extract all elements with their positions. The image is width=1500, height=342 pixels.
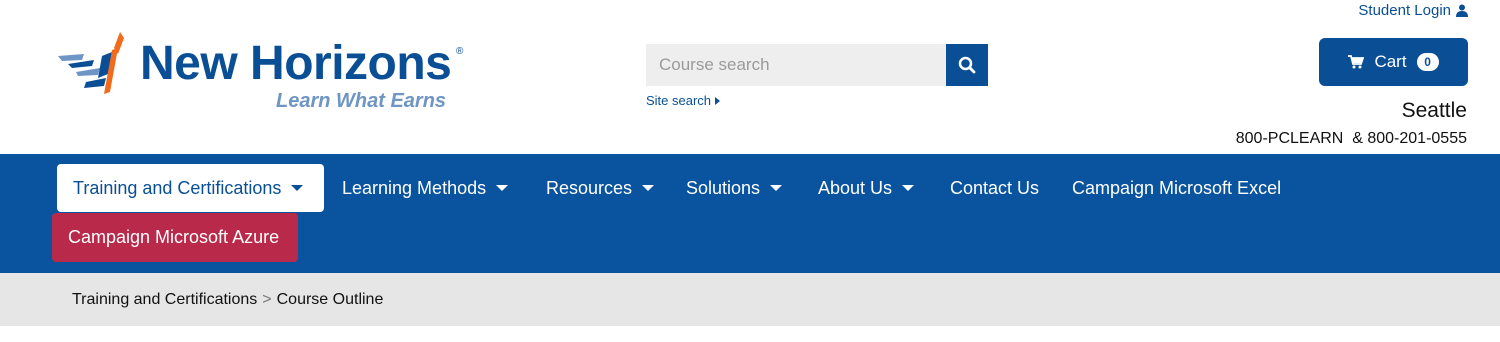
nav-item-label: Campaign Microsoft Excel [1072, 177, 1282, 198]
nav-item-training-and-certifications[interactable]: Training and Certifications [57, 164, 324, 212]
nav-item-label: Learning Methods [342, 177, 487, 198]
chevron-down-icon [770, 185, 783, 191]
chevron-down-icon [642, 185, 655, 191]
breadcrumb: Training and Certifications > Course Out… [0, 273, 1500, 326]
breadcrumb-item-training[interactable]: Training and Certifications [72, 291, 257, 309]
chevron-down-icon [291, 185, 304, 191]
cart-button[interactable]: Cart 0 [1319, 38, 1468, 86]
breadcrumb-item-current: Course Outline [276, 290, 384, 308]
chevron-down-icon [496, 185, 509, 191]
nav-item-contact-us[interactable]: Contact Us [934, 164, 1055, 212]
nav-item-solutions[interactable]: Solutions [670, 164, 798, 212]
nav-item-label: Resources [546, 177, 633, 198]
logo-tagline: Learn What Earns [276, 90, 447, 112]
new-horizons-logo[interactable]: New Horizons ® Learn What Earns [56, 30, 476, 120]
course-search-input[interactable] [646, 44, 946, 86]
student-login-link[interactable]: Student Login [1358, 2, 1468, 19]
nav-item-learning-methods[interactable]: Learning Methods [326, 164, 524, 212]
logo-mark-icon [58, 32, 124, 94]
location-city[interactable]: Seattle [1402, 99, 1467, 123]
nav-item-label: About Us [818, 177, 893, 198]
student-login-label: Student Login [1358, 2, 1451, 19]
site-header: Student Login New Horizons ® Learn What … [0, 0, 1500, 154]
nav-item-label: Campaign Microsoft Azure [68, 227, 280, 247]
caret-right-icon [715, 96, 721, 105]
user-icon [1456, 4, 1468, 17]
cart-count-badge: 0 [1416, 53, 1439, 71]
search-button[interactable] [946, 44, 988, 86]
logo-registered-mark: ® [456, 46, 464, 57]
nav-item-campaign-microsoft-azure[interactable]: Campaign Microsoft Azure [52, 213, 298, 262]
logo-wordmark: New Horizons [140, 37, 452, 90]
breadcrumb-separator: > [262, 290, 272, 308]
phone-numbers: 800-PCLEARN & 800-201-0555 [1235, 130, 1467, 147]
site-search-label: Site search [646, 93, 712, 108]
site-search-link[interactable]: Site search [646, 93, 721, 108]
nav-item-label: Solutions [686, 177, 761, 198]
nav-item-campaign-microsoft-excel[interactable]: Campaign Microsoft Excel [1056, 164, 1297, 212]
cart-label: Cart [1374, 52, 1407, 71]
nav-item-label: Contact Us [950, 177, 1040, 198]
nav-item-resources[interactable]: Resources [530, 164, 670, 212]
cart-icon [1348, 55, 1365, 69]
search-icon [958, 56, 976, 74]
main-navigation: Training and Certifications Learning Met… [0, 154, 1500, 273]
course-search-form [646, 44, 988, 86]
chevron-down-icon [902, 185, 915, 191]
nav-item-label: Training and Certifications [73, 177, 282, 198]
nav-item-about-us[interactable]: About Us [802, 164, 930, 212]
